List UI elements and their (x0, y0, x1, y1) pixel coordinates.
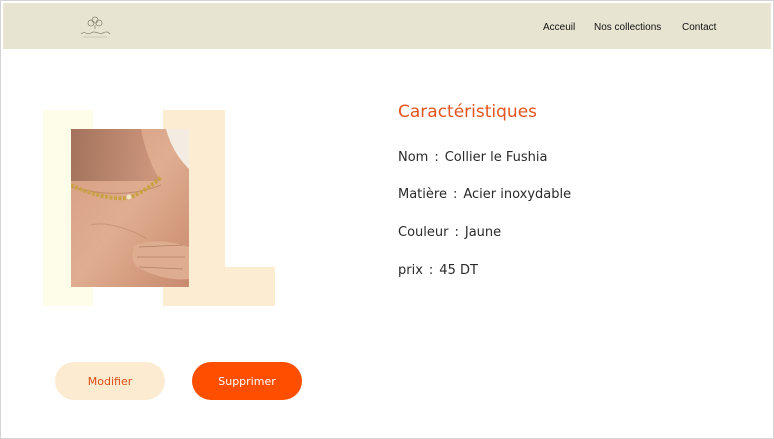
feature-row-nom: Nom: Collier le Fushia (398, 150, 547, 165)
features-title: Caractéristiques (398, 102, 538, 122)
page-frame: Acceuil Nos collections Contact Caractér… (0, 0, 774, 439)
feature-value: Jaune (464, 225, 502, 240)
feature-value: Collier le Fushia (444, 150, 548, 165)
feature-row-matiere: Matière: Acier inoxydable (398, 187, 571, 202)
feature-separator: : (452, 187, 458, 202)
feature-value: 45 DT (439, 263, 478, 278)
product-image (71, 129, 189, 287)
necklace-photo-icon (71, 129, 189, 287)
nav-link-contact[interactable]: Contact (682, 22, 716, 33)
navbar: Acceuil Nos collections Contact (3, 3, 771, 49)
feature-label: prix (398, 263, 423, 278)
nav-link-accueil[interactable]: Acceuil (543, 22, 575, 33)
feature-separator: : (434, 150, 439, 165)
feature-label: Nom (398, 150, 429, 165)
feature-label: Couleur (398, 225, 449, 240)
feature-separator: : (454, 225, 459, 240)
modify-button[interactable]: Modifier (55, 362, 165, 400)
feature-value: Acier inoxydable (463, 187, 572, 202)
logo-icon[interactable] (77, 14, 113, 40)
feature-row-prix: prix:45 DT (398, 263, 478, 278)
delete-button[interactable]: Supprimer (192, 362, 302, 400)
feature-separator: : (428, 263, 434, 278)
feature-row-couleur: Couleur: Jaune (398, 225, 501, 240)
nav-link-collections[interactable]: Nos collections (594, 22, 661, 33)
feature-label: Matière (398, 187, 447, 202)
